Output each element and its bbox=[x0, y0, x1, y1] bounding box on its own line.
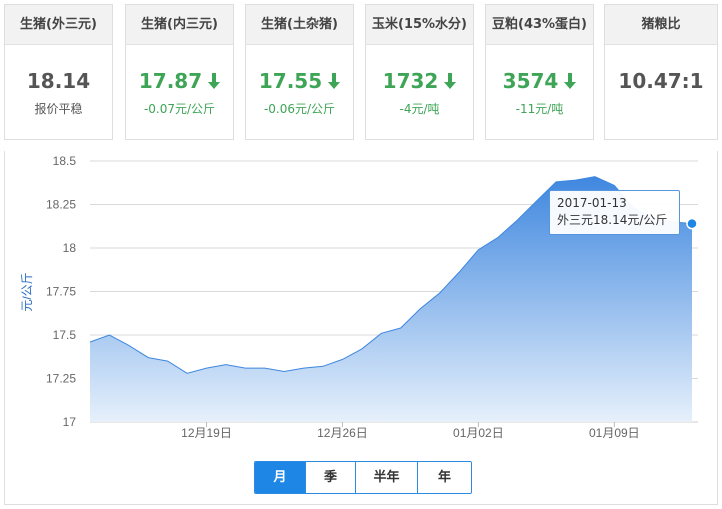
tooltip-text: 外三元18.14元/公斤 bbox=[557, 213, 668, 227]
y-tick-label: 17.75 bbox=[46, 285, 76, 299]
y-tick-label: 17 bbox=[63, 415, 77, 429]
tab-year[interactable]: 年 bbox=[417, 462, 471, 493]
y-tick-label: 17.5 bbox=[53, 328, 77, 342]
tab-half-year[interactable]: 半年 bbox=[355, 462, 417, 493]
price-chart: 17 17.25 17.5 17.75 18 18.25 18.5 12月19日 12月26日 0… bbox=[20, 154, 698, 440]
y-tick-label: 18.25 bbox=[46, 198, 76, 212]
y-tick-label: 18 bbox=[63, 241, 77, 255]
range-tabs: 月 季 半年 年 bbox=[254, 461, 472, 494]
x-tick-label: 12月19日 bbox=[181, 426, 232, 440]
y-axis-label: 元/公斤 bbox=[20, 272, 34, 311]
y-tick-label: 18.5 bbox=[53, 154, 77, 168]
y-tick-label: 17.25 bbox=[46, 372, 76, 386]
x-tick-label: 01月02日 bbox=[453, 426, 504, 440]
tooltip-date: 2017-01-13 bbox=[557, 196, 627, 210]
x-tick-label: 12月26日 bbox=[317, 426, 368, 440]
highlight-point[interactable] bbox=[686, 217, 698, 230]
chart-tooltip: 2017-01-13 外三元18.14元/公斤 bbox=[549, 190, 680, 235]
tab-quarter[interactable]: 季 bbox=[305, 462, 355, 493]
tab-month[interactable]: 月 bbox=[255, 462, 305, 493]
x-tick-label: 01月09日 bbox=[589, 426, 640, 440]
